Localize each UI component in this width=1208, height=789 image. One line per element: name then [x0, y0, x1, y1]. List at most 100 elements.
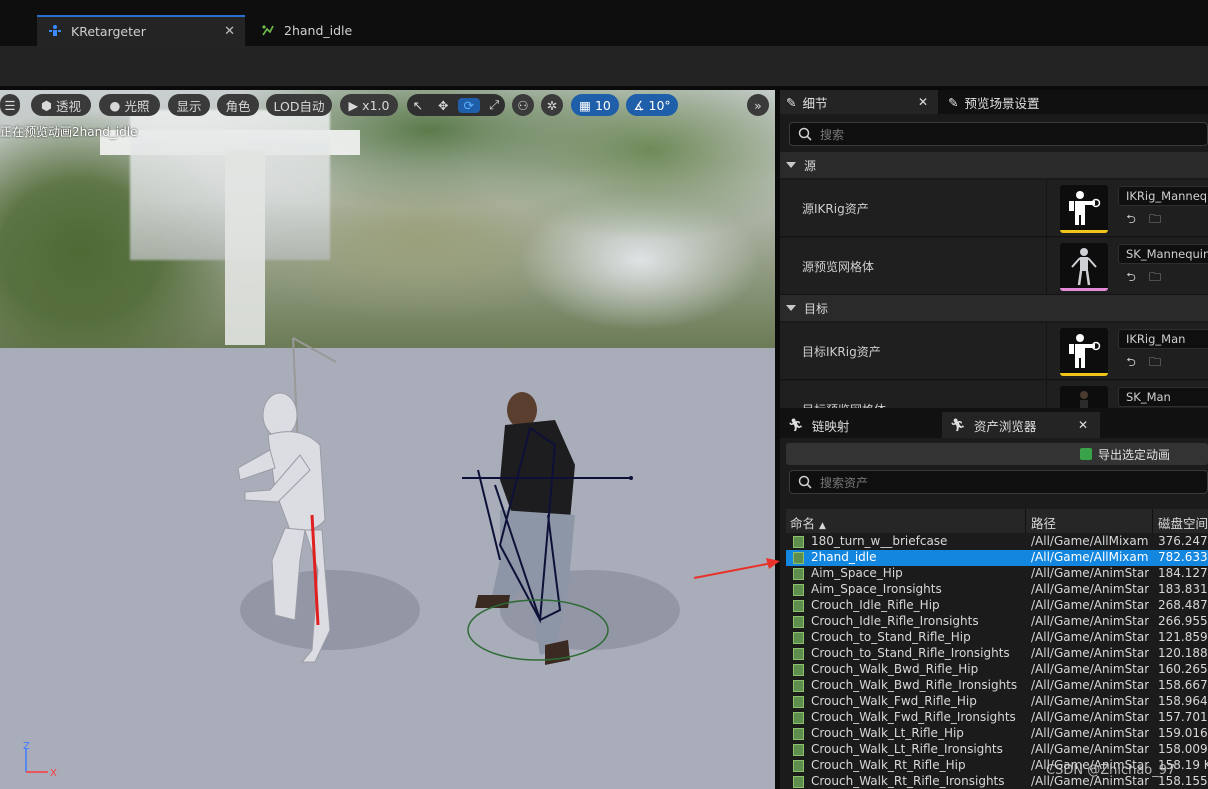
source-ikrig-combo[interactable]: IKRig_Mannequin [1118, 186, 1208, 206]
sort-ascending-icon: ▲ [819, 521, 826, 531]
prop-target-ikrig: 目标IKRig资产 IKRig_Man ⮌ 🗀 [780, 323, 1208, 380]
section-target[interactable]: 目标 [780, 295, 1208, 321]
asset-browser-panel: 🏃︎ 链映射 🏃︎ 资产浏览器 ✕ 导出选定动画 搜索资产 命名 ▲ 路径 磁盘… [780, 408, 1208, 789]
asset-path: /All/Game/AnimStart [1031, 742, 1149, 756]
watermark: CSDN @Zhichao_97 [1046, 763, 1176, 778]
table-row[interactable]: Crouch_Walk_Fwd_Rifle_Hip/All/Game/AnimS… [786, 694, 1208, 710]
grid-snap-button[interactable]: ▦ 10 [571, 94, 619, 116]
character-button[interactable]: 角色 [217, 94, 259, 116]
table-row[interactable]: Crouch_Walk_Bwd_Rifle_Hip/All/Game/AnimS… [786, 662, 1208, 678]
animation-sequence-icon [793, 536, 804, 548]
animation-sequence-icon [793, 664, 804, 676]
perspective-button[interactable]: ⬢ 透视 [31, 94, 91, 116]
asset-disk-size: 376.247 [1158, 534, 1208, 548]
animation-sequence-icon [793, 568, 804, 580]
table-row[interactable]: Crouch_Idle_Rifle_Ironsights/All/Game/An… [786, 614, 1208, 630]
export-selected-animations-button[interactable]: 导出选定动画 [786, 443, 1208, 465]
close-icon[interactable]: ✕ [918, 95, 928, 109]
hamburger-icon: ☰ [4, 97, 16, 113]
table-row[interactable]: Crouch_Walk_Lt_Rifle_Hip/All/Game/AnimSt… [786, 726, 1208, 742]
use-selected-icon[interactable]: ⮌ [1123, 355, 1139, 371]
tab-chain-mapping[interactable]: 🏃︎ 链映射 [780, 412, 938, 438]
column-disk-size[interactable]: 磁盘空间 [1158, 513, 1208, 532]
tab-kretargeter[interactable]: KRetargeter ✕ [37, 15, 245, 46]
asset-path: /All/Game/AnimStart [1031, 582, 1149, 596]
browse-folder-icon[interactable]: 🗀 [1147, 212, 1163, 228]
coordinate-space-button[interactable]: ⚇ [512, 94, 534, 116]
table-row[interactable]: Aim_Space_Ironsights/All/Game/AnimStart 1… [786, 582, 1208, 598]
column-path[interactable]: 路径 [1031, 513, 1056, 532]
transform-tools-group: ↖ ✥ ⟳ ⤢ [407, 94, 505, 116]
asset-disk-size: 121.859 [1158, 630, 1208, 644]
rotate-icon[interactable]: ⟳ [458, 97, 480, 113]
select-arrow-icon[interactable]: ↖ [407, 98, 429, 113]
show-button[interactable]: 显示 [168, 94, 210, 116]
asset-disk-size: 183.831 [1158, 582, 1208, 596]
asset-path: /All/Game/AnimStart [1031, 614, 1149, 628]
retargeter-icon [47, 24, 63, 40]
tab-asset-browser[interactable]: 🏃︎ 资产浏览器 ✕ [942, 412, 1100, 438]
preview-viewport[interactable]: ☰ ⬢ 透视 ● 光照 显示 角色 LOD自动 ▶ x1.0 ↖ ✥ ⟳ ⤢ ⚇ ✲ … [0, 90, 775, 789]
animation-sequence-icon [793, 552, 804, 564]
use-selected-icon[interactable]: ⮌ [1123, 212, 1139, 228]
more-options-button[interactable]: » [747, 94, 769, 116]
target-mesh-combo[interactable]: SK_Man [1118, 387, 1208, 407]
collapse-arrow-icon [786, 162, 796, 168]
asset-path: /All/Game/AnimStart [1031, 566, 1149, 580]
asset-disk-size: 158.009 [1158, 742, 1208, 756]
mesh-thumbnail[interactable] [1060, 243, 1108, 291]
browse-folder-icon[interactable]: 🗀 [1147, 270, 1163, 286]
use-selected-icon[interactable]: ⮌ [1123, 270, 1139, 286]
table-row[interactable]: Crouch_to_Stand_Rifle_Hip/All/Game/AnimS… [786, 630, 1208, 646]
browse-folder-icon[interactable]: 🗀 [1147, 355, 1163, 371]
annotation-arrow [693, 558, 780, 579]
target-ikrig-combo[interactable]: IKRig_Man [1118, 329, 1208, 349]
move-icon[interactable]: ✥ [433, 98, 455, 113]
animation-sequence-icon [793, 728, 804, 740]
cube-icon: ⬢ [41, 97, 52, 113]
tab-label: 2hand_idle [284, 23, 353, 38]
table-row[interactable]: Crouch_Idle_Rifle_Hip/All/Game/AnimStart… [786, 598, 1208, 614]
asset-disk-size: 157.701 [1158, 710, 1208, 724]
viewport-menu-button[interactable]: ☰ [0, 94, 20, 116]
column-name[interactable]: 命名 ▲ [790, 513, 826, 532]
ikrig-icon [1069, 191, 1101, 225]
ikrig-thumbnail[interactable] [1060, 328, 1108, 376]
world-icon: ⚇ [517, 97, 529, 113]
rotation-snap-button[interactable]: ∡ 10° [626, 94, 678, 116]
section-source[interactable]: 源 [780, 152, 1208, 178]
tab-details[interactable]: ✎ 细节 ✕ [780, 90, 938, 114]
prop-source-ikrig: 源IKRig资产 IKRig_Mannequin ⮌ 🗀 [780, 180, 1208, 237]
lighting-button[interactable]: ● 光照 [99, 94, 160, 116]
table-row[interactable]: Crouch_Walk_Bwd_Rifle_Ironsights/All/Gam… [786, 678, 1208, 694]
table-row[interactable]: Crouch_to_Stand_Rifle_Ironsights/All/Gam… [786, 646, 1208, 662]
asset-name: 180_turn_w__briefcase [811, 534, 948, 548]
lod-button[interactable]: LOD自动 [266, 94, 332, 116]
asset-path: /All/Game/AllMixamo [1031, 534, 1149, 548]
search-icon [798, 127, 812, 141]
tab-preview-scene-settings[interactable]: ✎ 预览场景设置 [942, 90, 1092, 114]
asset-name: Crouch_Walk_Rt_Rifle_Ironsights [811, 774, 1005, 788]
ikrig-thumbnail[interactable] [1060, 185, 1108, 233]
asset-disk-size: 159.016 [1158, 726, 1208, 740]
table-row[interactable]: 180_turn_w__briefcase/All/Game/AllMixamo… [786, 534, 1208, 550]
asset-disk-size: 268.487 [1158, 598, 1208, 612]
play-speed-button[interactable]: ▶ x1.0 [340, 94, 398, 116]
source-mesh-combo[interactable]: SK_Mannequin [1118, 244, 1208, 264]
table-row[interactable]: Aim_Space_Hip/All/Game/AnimStart 184.127 [786, 566, 1208, 582]
details-search-input[interactable]: 搜索 [789, 122, 1208, 146]
asset-name: Crouch_to_Stand_Rifle_Ironsights [811, 646, 1010, 660]
character-preview[interactable] [0, 90, 775, 789]
tab-2hand-idle[interactable]: 2hand_idle [250, 15, 370, 46]
surface-snap-button[interactable]: ✲ [541, 94, 563, 116]
table-row[interactable]: Crouch_Walk_Lt_Rifle_Ironsights/All/Game… [786, 742, 1208, 758]
close-icon[interactable]: ✕ [1078, 418, 1088, 432]
table-row[interactable]: 2hand_idle/All/Game/AllMixamo 782.633 [786, 550, 1208, 566]
scale-icon[interactable]: ⤢ [484, 97, 506, 113]
close-icon[interactable]: ✕ [224, 24, 235, 39]
asset-name: Aim_Space_Ironsights [811, 582, 942, 596]
table-row[interactable]: Crouch_Walk_Fwd_Rifle_Ironsights/All/Gam… [786, 710, 1208, 726]
asset-search-input[interactable]: 搜索资产 [789, 470, 1208, 494]
asset-name: Crouch_Walk_Lt_Rifle_Hip [811, 726, 964, 740]
save-icon [1079, 448, 1092, 460]
